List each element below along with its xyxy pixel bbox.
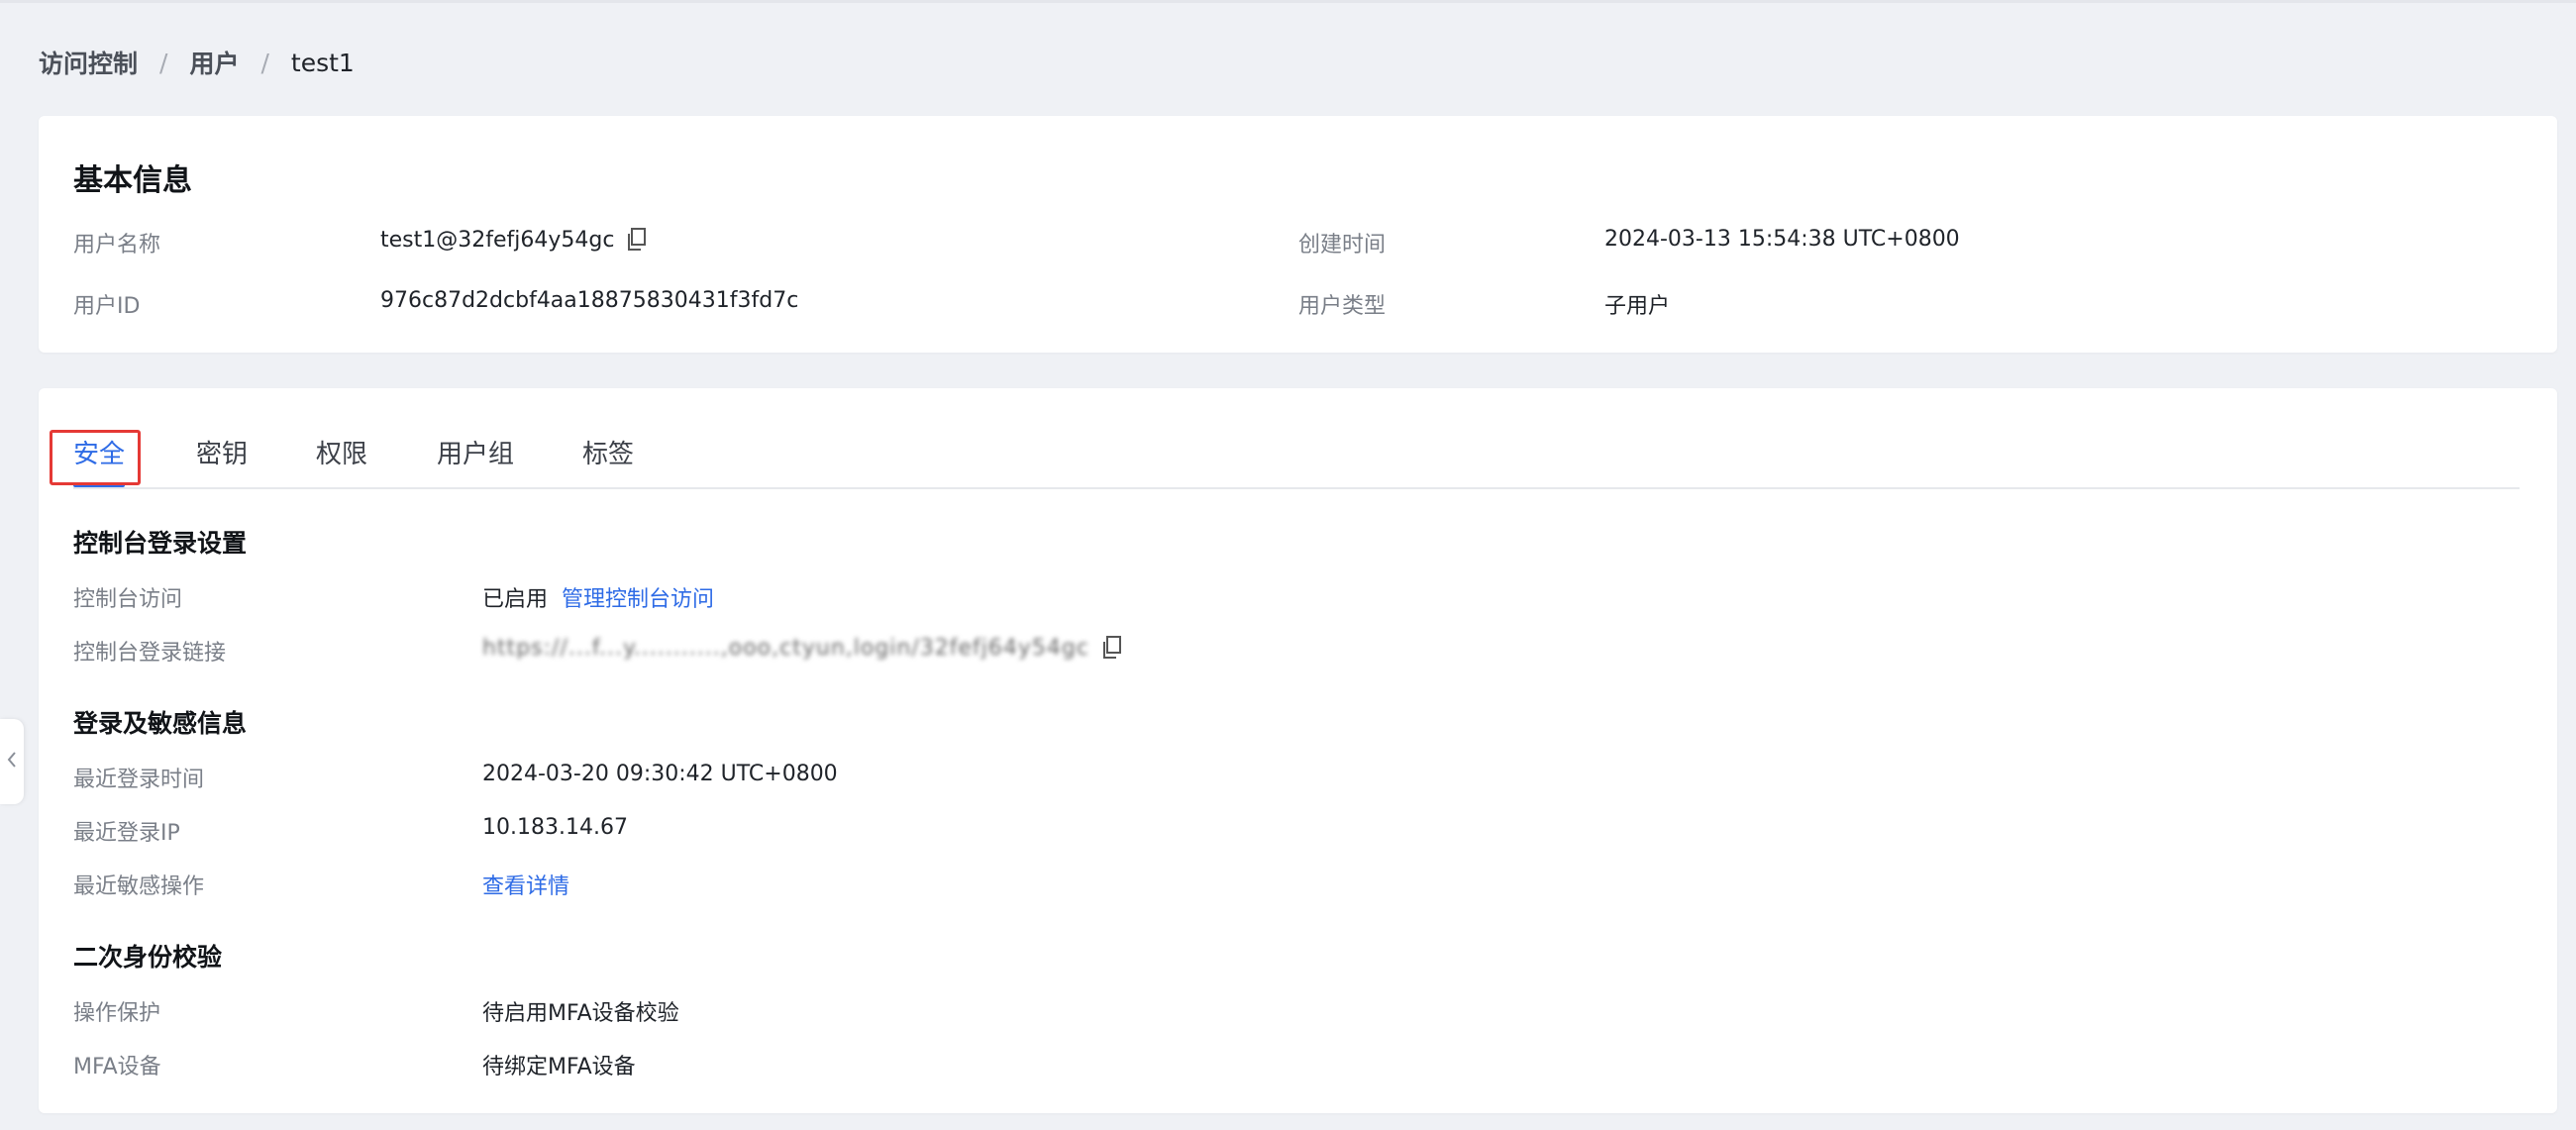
mfa-device-value: 待绑定MFA设备 — [482, 1055, 636, 1079]
console-access-label: 控制台访问 — [73, 587, 183, 612]
breadcrumb-current: test1 — [290, 48, 355, 77]
sidebar-collapse-handle[interactable] — [0, 719, 24, 804]
last-login-ip-value: 10.183.14.67 — [482, 815, 628, 840]
breadcrumb-access-control[interactable]: 访问控制 — [39, 45, 138, 80]
last-sensitive-op-label: 最近敏感操作 — [73, 874, 205, 899]
basic-info-title: 基本信息 — [73, 163, 192, 198]
copy-icon[interactable] — [1101, 635, 1123, 661]
console-login-link-value: https://...f...y...........,ooo,ctyun,lo… — [482, 635, 1123, 661]
last-login-time-value: 2024-03-20 09:30:42 UTC+0800 — [482, 762, 838, 786]
detail-card: 安全 密钥 权限 用户组 标签 控制台登录设置 控制台访问 已启用 管理控制台访… — [39, 388, 2557, 1113]
tab-keys[interactable]: 密钥 — [196, 434, 248, 470]
breadcrumb-users[interactable]: 用户 — [189, 45, 239, 80]
top-divider — [0, 0, 2576, 3]
view-details-link[interactable]: 查看详情 — [482, 869, 569, 900]
tab-tags[interactable]: 标签 — [582, 434, 634, 470]
created-time-value: 2024-03-13 15:54:38 UTC+0800 — [1604, 227, 1960, 252]
console-login-link-label: 控制台登录链接 — [73, 641, 227, 666]
basic-info-card: 基本信息 用户名称 test1@32fefj64y54gc 用户ID 976c8… — [39, 116, 2557, 353]
tab-user-groups[interactable]: 用户组 — [437, 434, 514, 470]
console-access-status: 已启用 — [482, 587, 549, 612]
second-auth-title: 二次身份校验 — [73, 943, 223, 972]
console-login-title: 控制台登录设置 — [73, 529, 248, 558]
breadcrumb-separator: / — [260, 48, 269, 77]
copy-icon[interactable] — [626, 227, 648, 253]
user-type-label: 用户类型 — [1298, 294, 1387, 319]
console-access-value: 已启用 管理控制台访问 — [482, 581, 714, 613]
tab-security[interactable]: 安全 — [73, 434, 125, 470]
console-login-url: https://...f...y...........,ooo,ctyun,lo… — [482, 635, 1089, 661]
user-type-value: 子用户 — [1604, 294, 1671, 319]
mfa-device-label: MFA设备 — [73, 1055, 161, 1079]
manage-console-access-link[interactable]: 管理控制台访问 — [562, 581, 714, 613]
breadcrumb: 访问控制 / 用户 / test1 — [39, 43, 355, 82]
login-sensitive-title: 登录及敏感信息 — [73, 709, 248, 738]
user-name-text: test1@32fefj64y54gc — [380, 227, 615, 253]
user-id-value: 976c87d2dcbf4aa18875830431f3fd7c — [380, 288, 799, 313]
operation-protect-label: 操作保护 — [73, 1001, 161, 1026]
breadcrumb-separator: / — [159, 48, 168, 77]
last-login-ip-label: 最近登录IP — [73, 821, 180, 846]
active-tab-indicator — [73, 483, 125, 487]
last-login-time-label: 最近登录时间 — [73, 768, 205, 792]
operation-protect-value: 待启用MFA设备校验 — [482, 1001, 679, 1026]
chevron-left-icon — [6, 750, 18, 773]
tab-bar: 安全 密钥 权限 用户组 标签 — [73, 418, 2520, 489]
user-name-label: 用户名称 — [73, 233, 161, 257]
created-time-label: 创建时间 — [1298, 233, 1387, 257]
tab-permissions[interactable]: 权限 — [316, 434, 367, 470]
user-id-label: 用户ID — [73, 294, 141, 319]
user-name-value: test1@32fefj64y54gc — [380, 227, 648, 253]
